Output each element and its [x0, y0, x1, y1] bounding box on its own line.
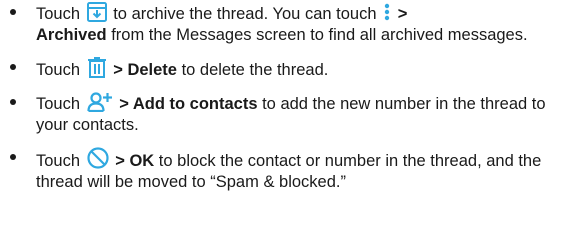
item-text: from the Messages screen to find all arc… — [111, 26, 528, 44]
trash-icon — [87, 57, 107, 78]
block-icon — [87, 147, 109, 169]
list-item-block: Touch > OK to block the contact or numbe… — [0, 147, 578, 193]
add-person-icon — [87, 92, 113, 112]
bullet — [10, 9, 16, 15]
list-item-add-contact: Touch > Add to contacts to add the new n… — [0, 92, 578, 136]
item-text: > — [397, 5, 408, 23]
item-text: Touch — [36, 5, 81, 23]
item-text: Touch — [36, 152, 81, 170]
item-text: to delete the thread. — [181, 61, 329, 79]
item-bold-label: Archived — [36, 26, 107, 44]
item-bold-label: > Delete — [113, 61, 177, 79]
bullet — [10, 99, 16, 105]
item-text: to block the contact or number in the th… — [36, 152, 542, 191]
item-bold-label: > Add to contacts — [119, 95, 258, 113]
more-vertical-icon — [383, 2, 391, 22]
item-text: to archive the thread. You can touch — [113, 5, 377, 23]
bullet — [10, 64, 16, 70]
list-item-archive: Touch to archive the thread. You can tou… — [0, 0, 578, 46]
item-bold-label: > OK — [115, 152, 155, 170]
instruction-list: Touch to archive the thread. You can tou… — [0, 0, 578, 193]
item-text: Touch — [36, 61, 81, 79]
list-item-delete: Touch > Delete to delete the thread. — [0, 57, 578, 81]
item-text: Touch — [36, 95, 81, 113]
bullet — [10, 154, 16, 160]
archive-icon — [86, 2, 107, 22]
